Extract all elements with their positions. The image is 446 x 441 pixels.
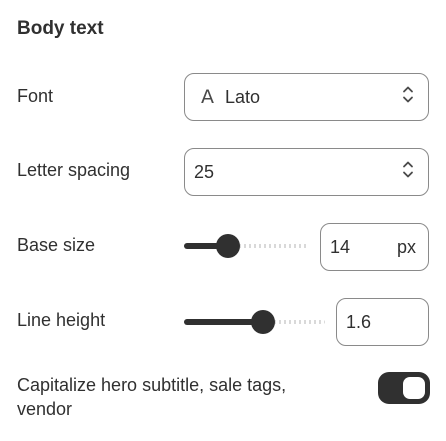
font-value: Lato — [225, 86, 261, 107]
base-size-slider[interactable] — [184, 233, 309, 259]
slider-thumb[interactable] — [250, 310, 275, 334]
toggle-knob — [403, 377, 425, 399]
base-size-label: Base size — [17, 235, 96, 255]
font-label: Font — [17, 86, 54, 106]
font-select[interactable]: A Lato — [184, 73, 429, 121]
base-size-unit: px — [396, 236, 416, 257]
base-size-value: 14 — [330, 236, 351, 257]
line-height-input[interactable]: 1.6 — [336, 298, 429, 346]
line-height-value: 1.6 — [346, 311, 372, 332]
chevron-up-down-icon — [402, 85, 414, 110]
font-letter-a-icon: A — [201, 86, 214, 108]
letter-spacing-select[interactable]: 25 — [184, 148, 429, 196]
letter-spacing-value: 25 — [194, 161, 215, 182]
slider-thumb[interactable] — [216, 234, 241, 258]
line-height-label: Line height — [17, 310, 106, 330]
line-height-slider[interactable] — [184, 309, 325, 335]
letter-spacing-label: Letter spacing — [17, 160, 131, 180]
chevron-up-down-icon — [402, 160, 414, 185]
base-size-input[interactable]: 14 px — [320, 223, 429, 271]
capitalize-toggle[interactable] — [378, 372, 430, 404]
section-title: Body text — [17, 18, 104, 39]
capitalize-label: Capitalize hero subtitle, sale tags, ven… — [17, 375, 287, 419]
